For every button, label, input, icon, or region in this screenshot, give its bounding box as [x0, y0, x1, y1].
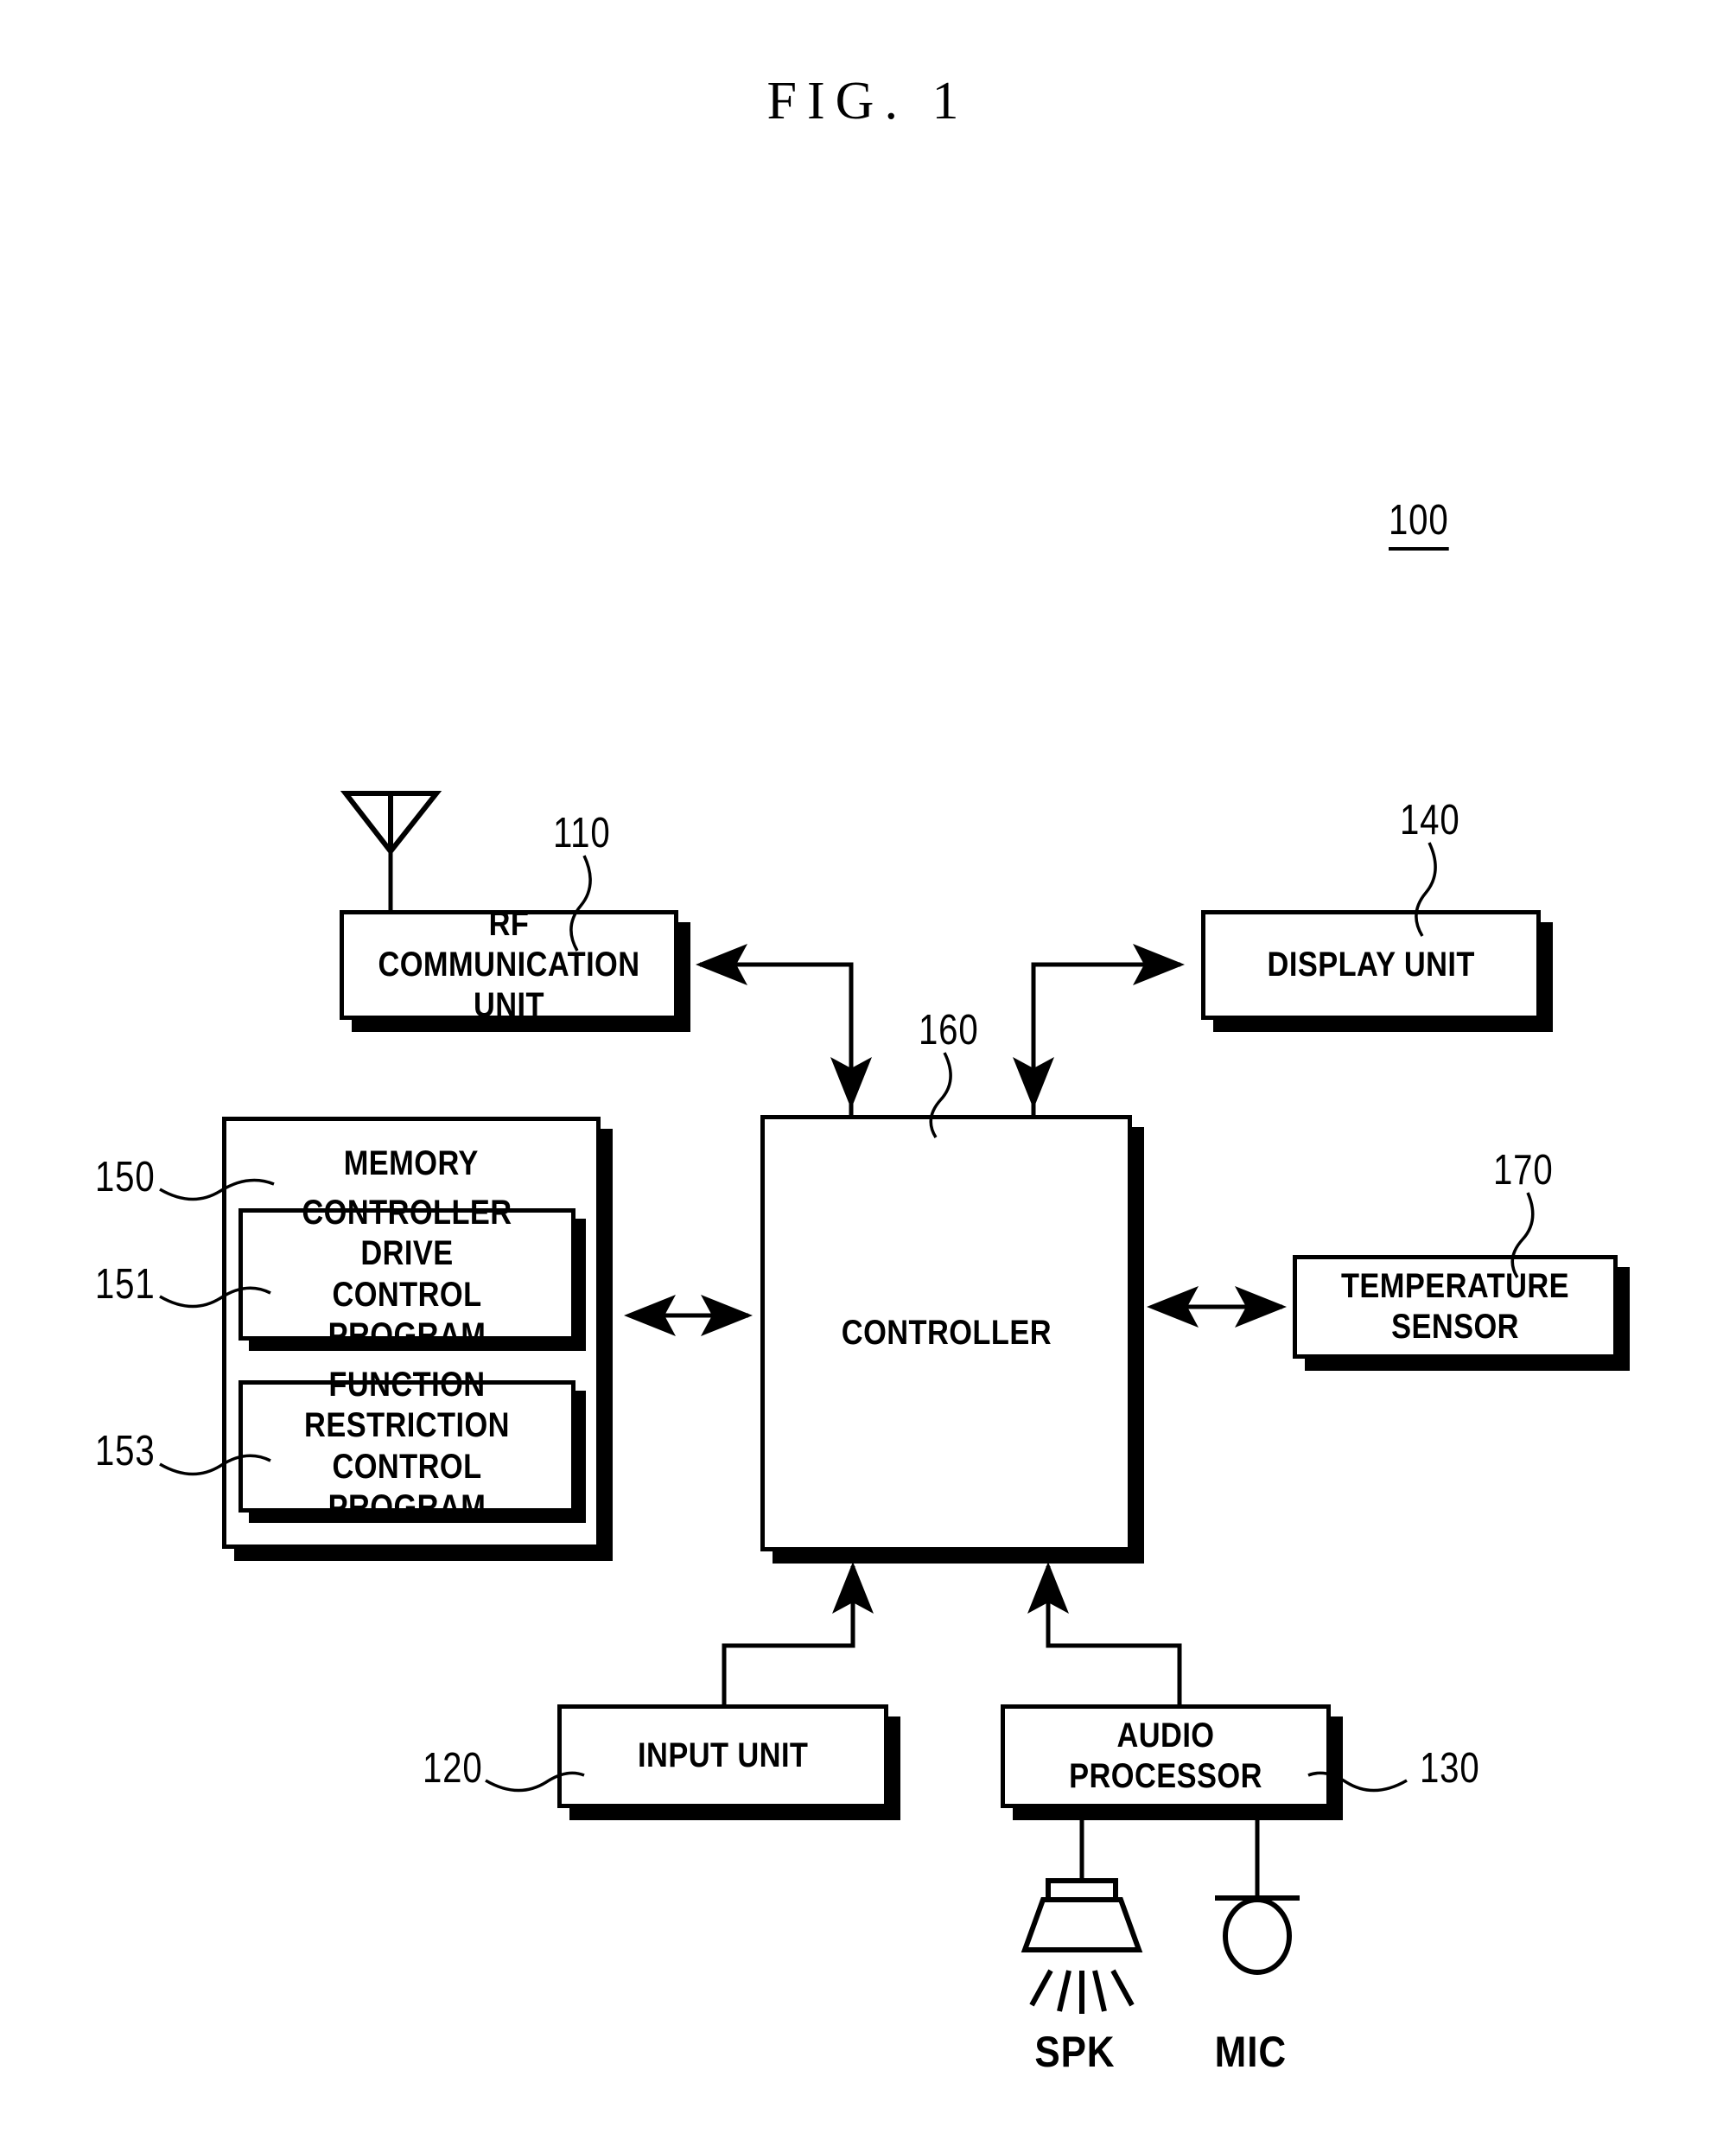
connector-lines-under [388, 831, 393, 925]
block-input-unit[interactable]: INPUT UNIT [557, 1704, 888, 1808]
wire-input-to-controller [722, 1562, 874, 1704]
block-temperature-sensor-label: TEMPERATURE SENSOR [1340, 1266, 1569, 1346]
ref-150: 150 [95, 1154, 156, 1201]
wire-controller-to-display [1031, 944, 1185, 1115]
ref-120: 120 [423, 1745, 483, 1792]
block-controller-drive-control-program[interactable]: CONTROLLER DRIVE CONTROL PROGRAM [238, 1194, 575, 1354]
block-audio-processor[interactable]: AUDIO PROCESSOR [1001, 1704, 1331, 1808]
block-controller-label: CONTROLLER [841, 1313, 1052, 1352]
microphone-icon [1215, 1895, 1300, 1975]
block-function-restriction-control-program-label: FUNCTION RESTRICTION CONTROL PROGRAM [304, 1366, 510, 1526]
block-memory-label: MEMORY [343, 1144, 480, 1182]
device-reference-numeral: 100 [1389, 500, 1449, 551]
block-input-unit-label: INPUT UNIT [637, 1736, 809, 1775]
block-rf-communication-unit[interactable]: RF COMMUNICATION UNIT [340, 905, 678, 1024]
ref-170: 170 [1493, 1147, 1554, 1194]
patent-figure-page: FIG. 1 100 RF COMMUNICATION UNIT 110 DIS… [0, 0, 1736, 2140]
ref-160: 160 [919, 1007, 979, 1054]
ref-140: 140 [1400, 797, 1460, 844]
figure-title: FIG. 1 [766, 72, 970, 131]
block-display-unit[interactable]: DISPLAY UNIT [1201, 910, 1541, 1020]
ref-151: 151 [95, 1261, 156, 1308]
block-rf-communication-unit-label: RF COMMUNICATION UNIT [378, 904, 640, 1025]
connector-lines [159, 791, 1535, 2014]
antenna-icon [340, 791, 442, 856]
ref-130: 130 [1420, 1745, 1480, 1792]
speaker-icon [1021, 1878, 1143, 2014]
block-controller-drive-control-program-label: CONTROLLER DRIVE CONTROL PROGRAM [302, 1194, 512, 1354]
ref-153: 153 [95, 1428, 156, 1474]
block-controller[interactable]: CONTROLLER [760, 1115, 1132, 1551]
speaker-caption: SPK [1034, 2028, 1116, 2076]
block-temperature-sensor[interactable]: TEMPERATURE SENSOR [1293, 1255, 1618, 1359]
wire-audio-to-controller [1027, 1562, 1182, 1704]
block-function-restriction-control-program[interactable]: FUNCTION RESTRICTION CONTROL PROGRAM [238, 1366, 575, 1526]
ref-110: 110 [553, 810, 611, 857]
microphone-caption: MIC [1214, 2028, 1287, 2076]
block-audio-processor-label: AUDIO PROCESSOR [1069, 1716, 1262, 1795]
block-display-unit-label: DISPLAY UNIT [1267, 945, 1475, 984]
wire-controller-to-rf [696, 943, 854, 1115]
